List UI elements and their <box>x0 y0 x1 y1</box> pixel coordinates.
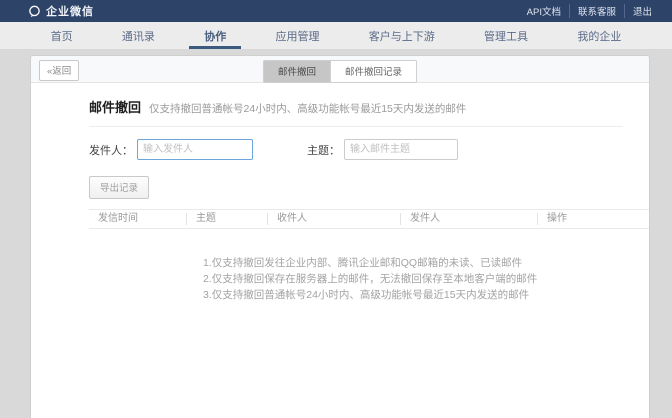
wework-logo-icon <box>28 5 41 18</box>
nav-item-customers[interactable]: 客户与上下游 <box>359 22 445 49</box>
search-form: 发件人： 主题： <box>89 139 623 160</box>
top-links: API文档 联系客服 退出 <box>519 4 660 18</box>
sender-label: 发件人： <box>89 142 133 158</box>
card-header: «返回 邮件撤回 邮件撤回记录 <box>31 56 649 83</box>
nav-item-app-management[interactable]: 应用管理 <box>265 22 329 49</box>
content-card: «返回 邮件撤回 邮件撤回记录 邮件撤回 仅支持撤回普通帐号24小时内、高级功能… <box>30 55 650 418</box>
col-recipient: 收件人 <box>267 213 400 225</box>
page-subtitle: 仅支持撤回普通帐号24小时内、高级功能帐号最近15天内发送的邮件 <box>149 101 466 116</box>
nav-item-home[interactable]: 首页 <box>41 22 83 49</box>
sender-input[interactable] <box>137 139 253 160</box>
brand: 企业微信 <box>28 3 94 19</box>
logout-link[interactable]: 退出 <box>624 4 660 18</box>
page-title: 邮件撤回 <box>89 97 141 116</box>
note-line-2: 2.仅支持撤回保存在服务器上的邮件，无法撤回保存至本地客户端的邮件 <box>203 271 623 287</box>
app-title: 企业微信 <box>46 3 94 19</box>
back-button[interactable]: «返回 <box>39 60 79 81</box>
note-line-1: 1.仅支持撤回发往企业内部、腾讯企业邮和QQ邮箱的未读、已读邮件 <box>203 255 623 271</box>
top-bar: 企业微信 API文档 联系客服 退出 <box>0 0 672 22</box>
api-docs-link[interactable]: API文档 <box>519 4 569 18</box>
col-sender: 发件人 <box>400 213 537 225</box>
title-divider <box>89 126 623 127</box>
recall-notes: 1.仅支持撤回发往企业内部、腾讯企业邮和QQ邮箱的未读、已读邮件 2.仅支持撤回… <box>203 255 623 303</box>
contact-support-link[interactable]: 联系客服 <box>569 4 624 18</box>
nav-item-collaboration[interactable]: 协作 <box>194 22 236 49</box>
nav-item-contacts[interactable]: 通讯录 <box>112 22 165 49</box>
nav-item-admin-tools[interactable]: 管理工具 <box>474 22 538 49</box>
recall-tab-group: 邮件撤回 邮件撤回记录 <box>263 60 417 83</box>
col-send-time: 发信时间 <box>89 213 186 225</box>
export-records-button[interactable]: 导出记录 <box>89 176 149 199</box>
main-nav: 首页 通讯录 协作 应用管理 客户与上下游 管理工具 我的企业 <box>0 22 672 50</box>
col-action: 操作 <box>537 213 649 225</box>
col-subject: 主题 <box>186 213 267 225</box>
card-body: 邮件撤回 仅支持撤回普通帐号24小时内、高级功能帐号最近15天内发送的邮件 发件… <box>31 83 649 303</box>
subject-input[interactable] <box>344 139 458 160</box>
nav-item-my-enterprise[interactable]: 我的企业 <box>567 22 631 49</box>
recall-table: 发信时间 主题 收件人 发件人 操作 <box>89 209 649 229</box>
tab-mail-recall[interactable]: 邮件撤回 <box>264 61 330 82</box>
note-line-3: 3.仅支持撤回普通帐号24小时内、高级功能帐号最近15天内发送的邮件 <box>203 287 623 303</box>
tab-mail-recall-history[interactable]: 邮件撤回记录 <box>330 61 416 82</box>
subject-label: 主题： <box>307 142 340 158</box>
title-row: 邮件撤回 仅支持撤回普通帐号24小时内、高级功能帐号最近15天内发送的邮件 <box>89 97 623 116</box>
table-header-row: 发信时间 主题 收件人 发件人 操作 <box>89 209 649 229</box>
